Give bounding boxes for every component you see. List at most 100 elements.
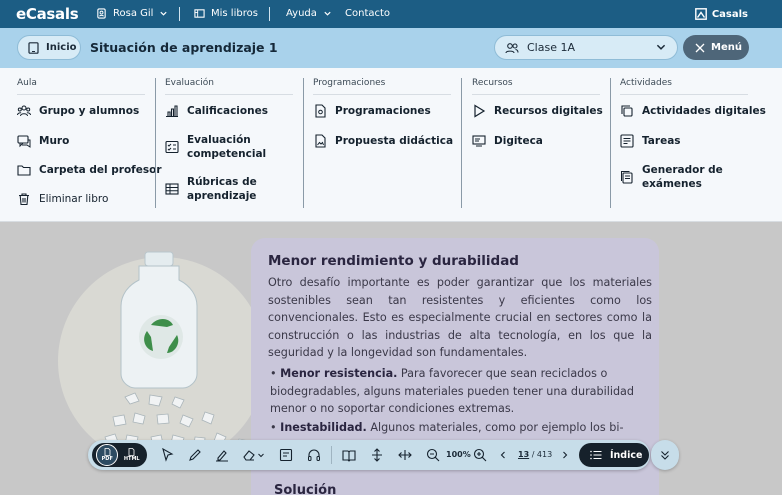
divider [17, 94, 145, 95]
menu-item-carpeta-profesor[interactable]: Carpeta del profesor [17, 164, 162, 178]
chevron-left-icon[interactable] [498, 448, 508, 462]
divider [461, 78, 462, 208]
divider [472, 94, 600, 95]
chevron-down-icon [656, 44, 666, 50]
casals-logo-icon [694, 8, 707, 20]
collapse-toolbar-button[interactable] [651, 440, 679, 470]
home-label: Inicio [46, 42, 77, 53]
zoom-in-icon[interactable] [473, 448, 487, 462]
sub-header: Inicio Situación de aprendizaje 1 Clase … [0, 28, 782, 68]
menu-item-calificaciones[interactable]: Calificaciones [165, 105, 268, 119]
menu-button[interactable]: Menú [683, 35, 749, 60]
group-icon [17, 105, 31, 117]
book-view-icon[interactable] [342, 448, 356, 462]
cursor-icon[interactable] [161, 448, 175, 462]
menu-item-label: Recursos digitales [494, 105, 603, 117]
bullet-term: Menor resistencia. [280, 367, 398, 380]
fit-height-icon[interactable] [370, 448, 384, 462]
menu-item-propuesta-didactica[interactable]: Propuesta didáctica [313, 134, 453, 149]
ecasals-logo[interactable]: eCasals [16, 5, 79, 23]
chevron-down-icon [160, 11, 168, 16]
reader-toolbar: PDF HTML 100% 13 / 413 Índice [88, 440, 650, 470]
menu-item-programaciones[interactable]: Programaciones [313, 104, 431, 119]
play-icon [474, 104, 486, 118]
menu-item-recursos-digitales[interactable]: Recursos digitales [472, 104, 603, 119]
menu-label: Menú [711, 42, 742, 53]
document-icon [104, 448, 111, 456]
menu-item-label: Tareas [642, 135, 681, 147]
divider [269, 7, 270, 21]
pen-icon[interactable] [188, 448, 202, 462]
menu-item-muro[interactable]: Muro [17, 135, 69, 149]
menu-item-tareas[interactable]: Tareas [620, 134, 681, 149]
contact-link[interactable]: Contacto [345, 8, 390, 19]
menu-item-actividades-digitales[interactable]: Actividades digitales [620, 105, 766, 119]
divider [331, 446, 332, 464]
exam-icon [621, 171, 633, 184]
divider [610, 78, 611, 208]
menu-item-label: Actividades digitales [642, 105, 766, 117]
class-select[interactable]: Clase 1A [494, 35, 678, 60]
bar-chart-icon [166, 105, 178, 118]
format-switch: PDF HTML [92, 443, 147, 467]
user-card-icon [97, 8, 106, 19]
menu-item-label: Eliminar libro [39, 193, 109, 205]
books-icon [194, 9, 205, 18]
page-indicator: 13 / 413 [518, 450, 552, 459]
user-menu[interactable]: Rosa Gil [96, 8, 168, 19]
close-icon [695, 43, 705, 52]
chat-icon [17, 135, 31, 148]
divider [303, 78, 304, 208]
casals-brand[interactable]: Casals [694, 8, 748, 20]
column-heading-aula: Aula [17, 78, 37, 88]
brand-label: Casals [711, 8, 748, 20]
table-icon [165, 183, 179, 195]
note-icon[interactable] [279, 448, 293, 462]
bullet-text: Algunos materiales, como por ejemplo los… [366, 421, 624, 434]
next-heading: Solución [274, 483, 337, 495]
menu-item-generador-examenes[interactable]: Generador de exámenes [620, 164, 740, 191]
menu-item-digiteca[interactable]: Digiteca [472, 135, 543, 149]
my-books-label: Mis libros [211, 8, 258, 19]
divider [179, 7, 180, 21]
divider [155, 78, 156, 208]
menu-item-label: Evaluación competencial [187, 134, 267, 160]
class-selected: Clase 1A [527, 41, 575, 54]
bullet-item: • Inestabilidad. Algunos materiales, com… [270, 421, 624, 434]
eraser-icon[interactable] [242, 448, 256, 462]
mega-menu: Aula Grupo y alumnos Muro Carpeta del pr… [0, 68, 782, 222]
pdf-format-button[interactable]: PDF [96, 444, 119, 466]
menu-item-evaluacion-competencial[interactable]: Evaluación competencial [165, 134, 285, 161]
top-bar: eCasals Rosa Gil Mis libros Ayuda Contac… [0, 0, 782, 28]
menu-item-label: Digiteca [494, 135, 543, 147]
zoom-out-icon[interactable] [426, 448, 440, 462]
index-button[interactable]: Índice [579, 443, 649, 467]
total-pages: / 413 [531, 450, 553, 459]
column-heading-actividades: Actividades [620, 78, 672, 88]
chevron-down-icon[interactable] [257, 448, 265, 462]
zoom-level: 100% [446, 450, 471, 459]
chevron-right-icon[interactable] [560, 448, 570, 462]
user-name: Rosa Gil [113, 8, 154, 19]
checklist-icon [165, 140, 179, 154]
users-icon [505, 42, 519, 53]
library-icon [472, 135, 486, 147]
menu-item-rubricas-aprendizaje[interactable]: Rúbricas de aprendizaje [165, 176, 285, 203]
html-format-button[interactable]: HTML [122, 445, 142, 465]
home-button[interactable]: Inicio [17, 35, 81, 60]
menu-item-eliminar-libro[interactable]: Eliminar libro [17, 193, 108, 207]
highlighter-icon[interactable] [215, 448, 229, 462]
menu-item-label: Muro [39, 135, 70, 147]
column-heading-evaluacion: Evaluación [165, 78, 214, 88]
folder-icon [17, 165, 31, 176]
current-page-input[interactable]: 13 [518, 450, 529, 459]
divider [620, 94, 748, 95]
menu-item-grupo-alumnos[interactable]: Grupo y alumnos [17, 105, 139, 119]
chevron-down-icon [324, 11, 331, 16]
trash-icon [19, 193, 29, 206]
divider [165, 94, 293, 95]
fit-width-icon[interactable] [398, 448, 412, 462]
my-books-link[interactable]: Mis libros [194, 8, 258, 19]
help-menu[interactable]: Ayuda [286, 8, 332, 19]
headphones-icon[interactable] [307, 448, 321, 462]
